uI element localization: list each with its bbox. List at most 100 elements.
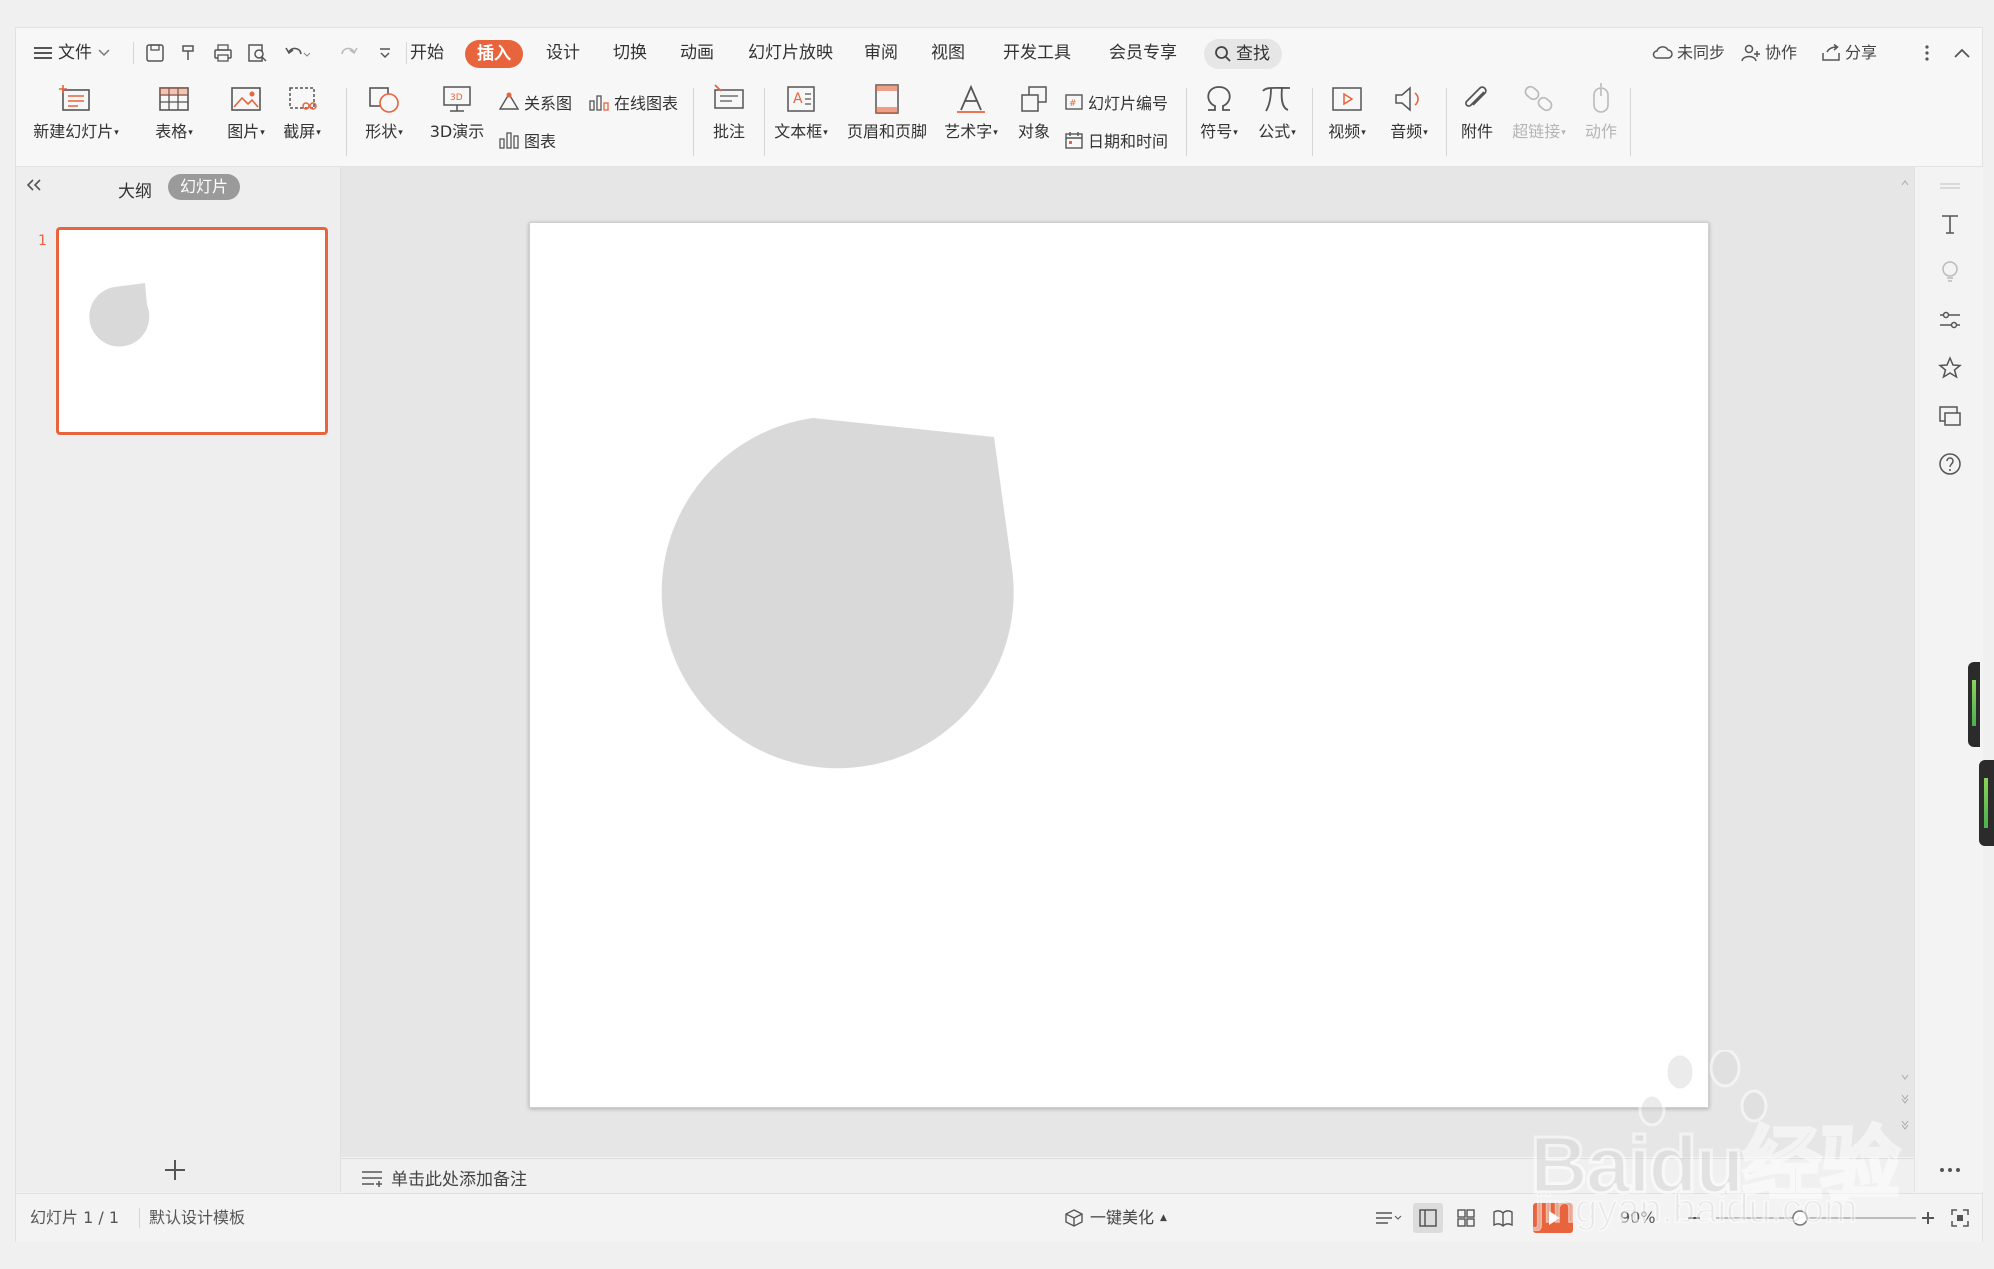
textbox-icon: A <box>768 78 834 120</box>
shape-icon <box>354 78 414 120</box>
slides-panel: 大纲 幻灯片 1 <box>16 167 341 1192</box>
template-name[interactable]: 默认设计模板 <box>149 1194 245 1242</box>
picture-button[interactable]: 图片▾ <box>216 78 276 144</box>
teardrop-path[interactable] <box>661 418 1014 769</box>
format-painter-icon[interactable] <box>176 40 202 66</box>
plus-icon[interactable] <box>162 1157 188 1183</box>
drag-handle-icon[interactable] <box>1937 173 1963 199</box>
table-button[interactable]: 表格▾ <box>144 78 204 144</box>
attachment-button[interactable]: 附件 <box>1452 78 1502 144</box>
star-icon[interactable] <box>1937 355 1963 381</box>
tab-slideshow[interactable]: 幻灯片放映 <box>748 28 833 78</box>
link-icon <box>1506 78 1572 120</box>
side-tab-1[interactable] <box>1968 662 1980 744</box>
online-chart-icon <box>589 95 609 111</box>
notes-placeholder: 单击此处添加备注 <box>391 1170 527 1190</box>
slide-switch-icon[interactable] <box>1937 403 1963 429</box>
collab-label: 协作 <box>1765 43 1798 62</box>
search-button[interactable]: 查找 <box>1204 39 1282 69</box>
grid-view-icon[interactable] <box>1456 1194 1476 1242</box>
file-menu[interactable]: 文件 <box>34 28 110 78</box>
pi-icon <box>1250 78 1304 120</box>
user-add-icon <box>1741 44 1760 62</box>
slide-number-button[interactable]: # 幻灯片编号 <box>1064 88 1168 116</box>
calendar-icon <box>1065 132 1083 149</box>
print-preview-icon[interactable] <box>244 40 270 66</box>
datetime-label: 日期和时间 <box>1088 132 1169 151</box>
table-icon <box>144 78 204 120</box>
tab-animation[interactable]: 动画 <box>680 28 714 78</box>
settings-sliders-icon[interactable] <box>1937 307 1963 333</box>
slide-1[interactable] <box>529 222 1709 1108</box>
help-icon[interactable] <box>1937 451 1963 477</box>
save-icon[interactable] <box>142 40 168 66</box>
print-icon[interactable] <box>210 40 236 66</box>
tab-slides[interactable]: 幻灯片 <box>168 174 241 200</box>
object-button[interactable]: 对象 <box>1006 78 1062 144</box>
slide-thumbnail[interactable] <box>56 227 328 435</box>
symbol-button[interactable]: 符号▾ <box>1192 78 1246 144</box>
formula-button[interactable]: 公式▾ <box>1250 78 1304 144</box>
search-label: 查找 <box>1236 44 1270 64</box>
tab-developer[interactable]: 开发工具 <box>1003 28 1071 78</box>
sync-label: 未同步 <box>1677 43 1726 62</box>
textbox-button[interactable]: A 文本框▾ <box>768 78 834 144</box>
beautify-button[interactable]: 一键美化 ▲ <box>1064 1194 1167 1242</box>
collaborate-button[interactable]: 协作 <box>1741 28 1797 78</box>
slide-number: 1 <box>38 233 47 249</box>
text-icon[interactable] <box>1937 211 1963 237</box>
hyperlink-button[interactable]: 超链接▾ <box>1506 78 1572 144</box>
normal-view-icon[interactable] <box>1413 1194 1443 1242</box>
header-footer-icon <box>842 78 932 120</box>
sync-status[interactable]: 未同步 <box>1651 28 1725 78</box>
shape-button[interactable]: 形状▾ <box>354 78 414 144</box>
header-footer-button[interactable]: 页眉和页脚 <box>842 78 932 144</box>
relation-button[interactable]: 关系图 <box>498 88 572 116</box>
side-tab-2[interactable] <box>1979 760 1994 846</box>
teardrop-shape[interactable] <box>530 223 1708 1107</box>
vertical-scrollbar[interactable] <box>1900 175 1910 1135</box>
watermark-url: jingyan.baidu.com <box>1534 1186 1858 1232</box>
attachment-label: 附件 <box>1460 122 1493 141</box>
audio-button[interactable]: 音频▾ <box>1380 78 1438 144</box>
tab-home[interactable]: 开始 <box>410 28 444 78</box>
tab-outline[interactable]: 大纲 <box>118 177 152 202</box>
more-vertical-icon[interactable] <box>1914 40 1940 66</box>
tab-view[interactable]: 视图 <box>931 28 965 78</box>
collapse-ribbon-icon[interactable] <box>1949 40 1975 66</box>
header-footer-label: 页眉和页脚 <box>846 122 927 141</box>
redo-icon[interactable] <box>336 40 362 66</box>
3d-demo-icon: 3D <box>422 78 492 120</box>
comment-icon <box>699 78 759 120</box>
tab-member[interactable]: 会员专享 <box>1109 28 1177 78</box>
comment-button[interactable]: 批注 <box>699 78 759 144</box>
tab-insert[interactable]: 插入 <box>465 40 523 68</box>
beautify-icon <box>1065 1209 1083 1227</box>
chart-button[interactable]: 图表 <box>498 126 556 154</box>
video-button[interactable]: 视频▾ <box>1318 78 1376 144</box>
notes-toggle-icon[interactable] <box>1374 1194 1402 1242</box>
3d-demo-button[interactable]: 3D 3D演示 <box>422 78 492 144</box>
wordart-button[interactable]: 艺术字▾ <box>938 78 1004 144</box>
svg-text:A: A <box>793 91 803 107</box>
reading-view-icon[interactable] <box>1492 1194 1514 1242</box>
lightbulb-icon[interactable] <box>1937 259 1963 285</box>
svg-text:#: # <box>1069 99 1077 109</box>
symbol-label: 符号 <box>1200 122 1233 141</box>
datetime-button[interactable]: 日期和时间 <box>1064 126 1168 154</box>
tab-design[interactable]: 设计 <box>546 28 580 78</box>
chart-icon <box>499 132 519 149</box>
action-button[interactable]: 动作 <box>1576 78 1626 144</box>
tab-transition[interactable]: 切换 <box>613 28 647 78</box>
object-icon <box>1006 78 1062 120</box>
online-chart-button[interactable]: 在线图表 <box>588 88 678 116</box>
screenshot-button[interactable]: 截屏▾ <box>272 78 332 144</box>
new-slide-button[interactable]: 新建幻灯片▾ <box>26 78 126 144</box>
tab-review[interactable]: 审阅 <box>864 28 898 78</box>
new-slide-label: 新建幻灯片 <box>33 122 114 141</box>
customize-quick-access-icon[interactable] <box>372 40 398 66</box>
collapse-panel-icon[interactable] <box>24 175 48 199</box>
textbox-label: 文本框 <box>774 122 823 141</box>
undo-icon[interactable] <box>284 40 310 66</box>
share-button[interactable]: 分享 <box>1821 28 1877 78</box>
